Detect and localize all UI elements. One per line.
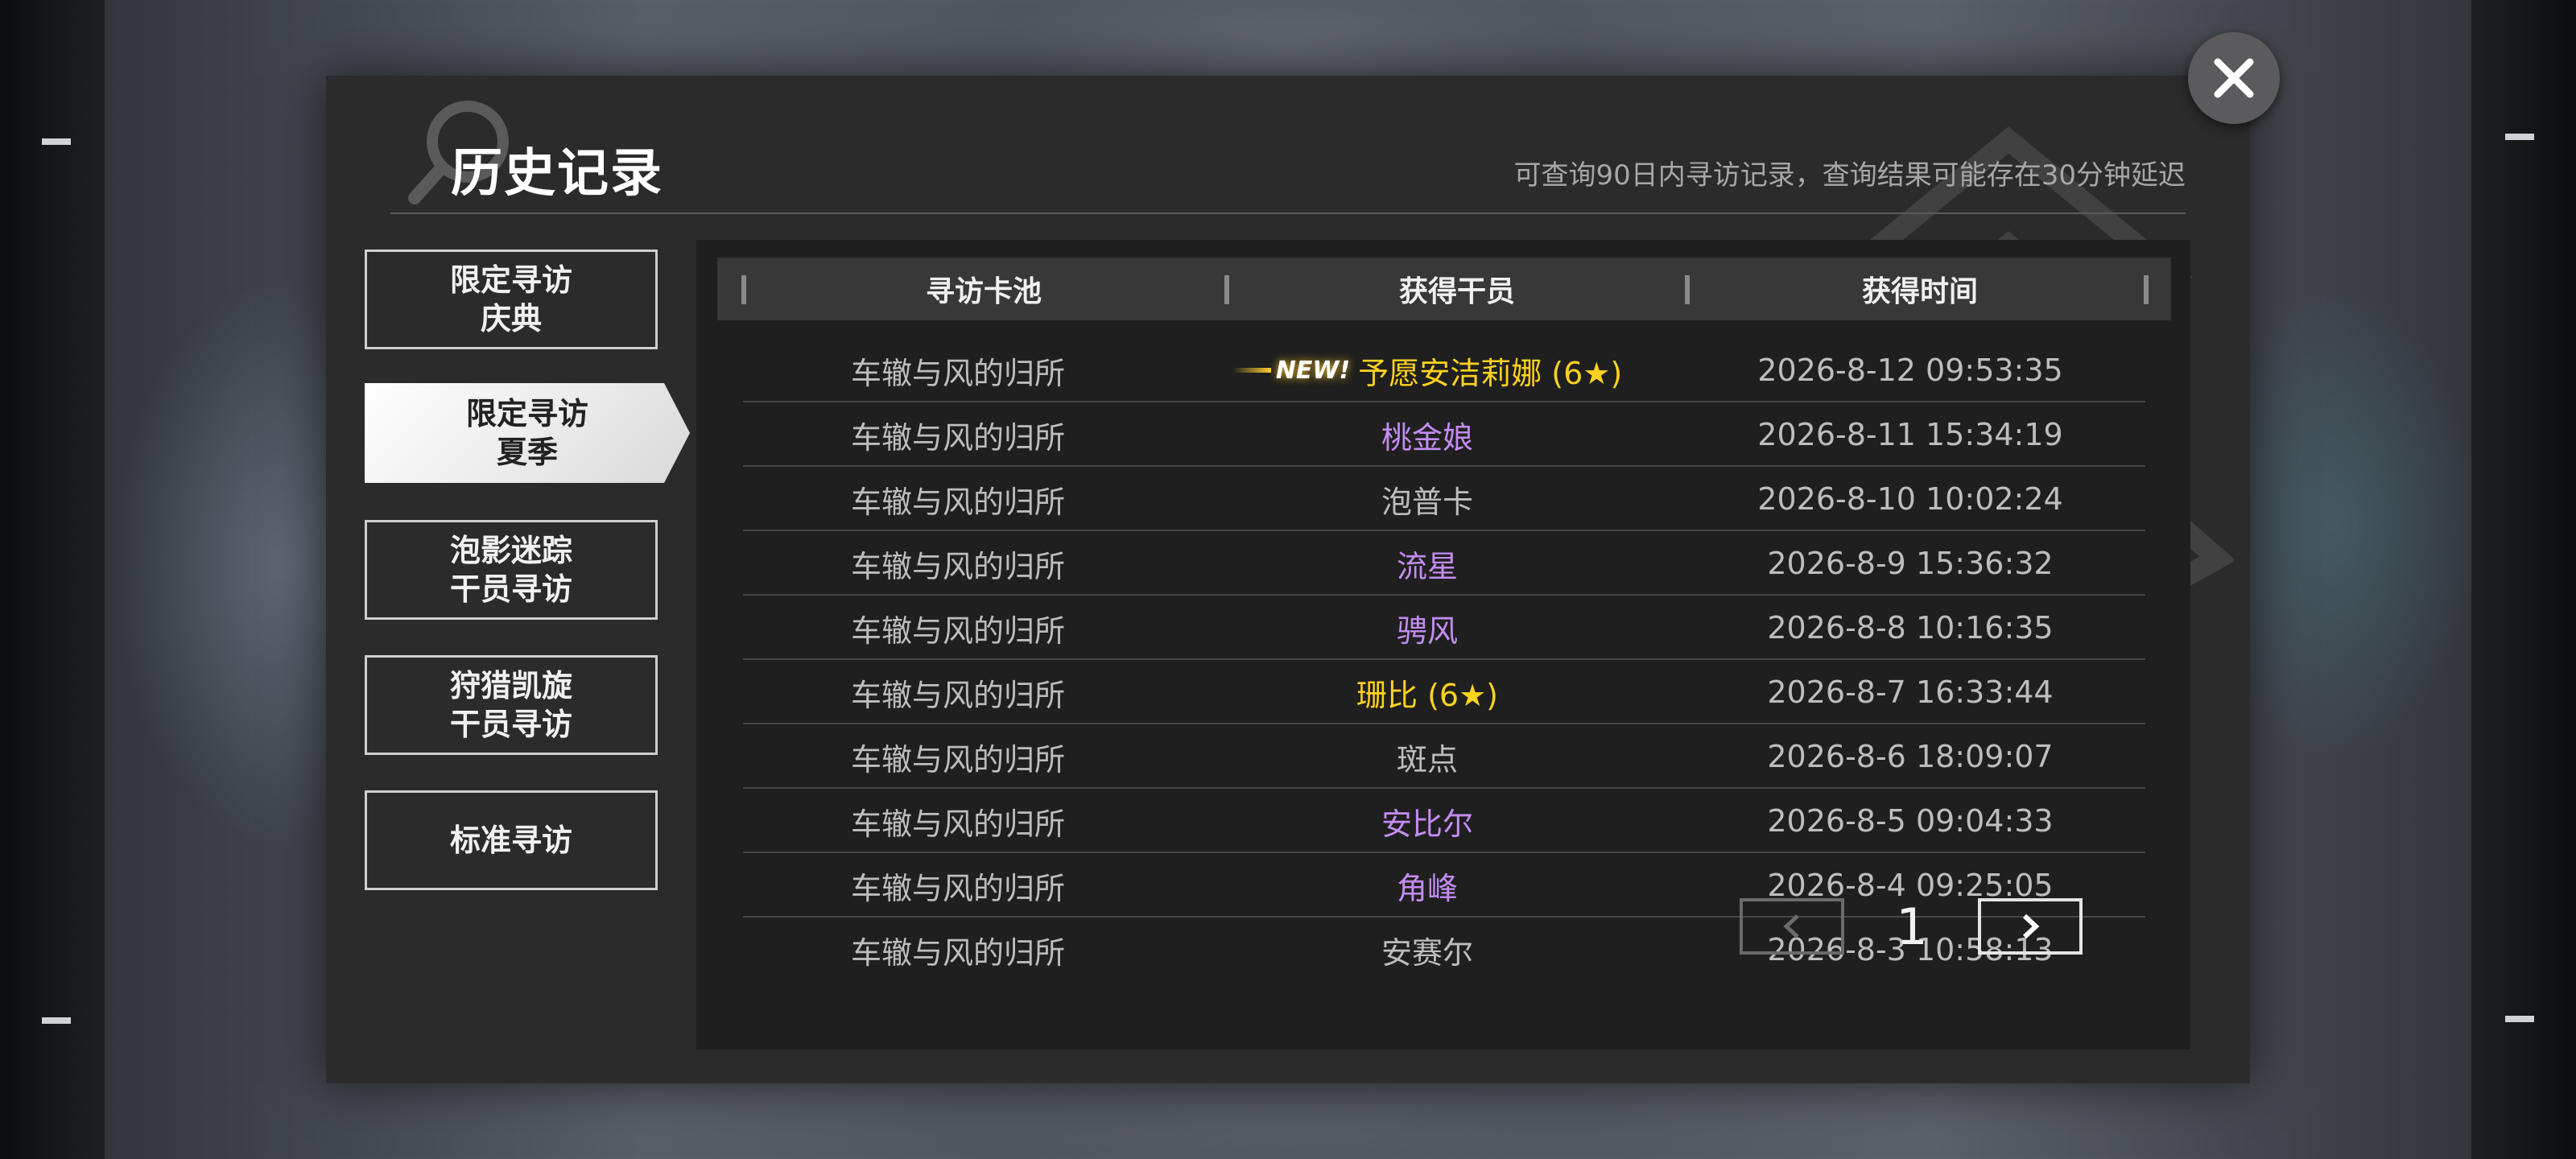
tab-hunting-triumph[interactable]: 狩猎凯旋 干员寻访: [365, 655, 658, 755]
tab-bubble-mystery[interactable]: 泡影迷踪 干员寻访: [365, 520, 658, 620]
right-frame-bar: [2471, 0, 2576, 1159]
table-row: 车辙与风的归所 安比尔 2026-8-5 09:04:33: [743, 789, 2145, 853]
time-cell: 2026-8-12 09:53:35: [1757, 353, 2063, 388]
pool-cell: 车辙与风的归所: [850, 612, 1065, 649]
tab-label: 标准寻访: [449, 823, 572, 858]
prev-page-button[interactable]: [1740, 898, 1844, 955]
table-header: 寻访卡池 获得干员 获得时间: [717, 258, 2171, 320]
tab-label: 狩猎凯旋: [449, 668, 572, 703]
pool-cell: 车辙与风的归所: [850, 806, 1065, 842]
close-icon: [2214, 58, 2254, 98]
chevron-right-icon: [2022, 914, 2040, 939]
close-button[interactable]: [2188, 32, 2280, 124]
tab-label: 夏季: [496, 435, 558, 470]
time-cell: 2026-8-6 18:09:07: [1767, 739, 2054, 774]
chevron-left-icon: [1783, 914, 1799, 938]
table-row: 车辙与风的归所 NEW! 予愿安洁莉娜 (6★) 2026-8-12 09:53…: [743, 338, 2145, 402]
tab-label: 庆典: [480, 301, 542, 336]
table-row: 车辙与风的归所 骋风 2026-8-8 10:16:35: [743, 596, 2145, 660]
operator-cell: 桃金娘: [1381, 419, 1473, 456]
new-badge-label: NEW!: [1275, 356, 1351, 385]
page-title: 历史记录: [451, 144, 663, 204]
operator-cell: 泡普卡: [1381, 484, 1473, 520]
pool-cell: 车辙与风的归所: [850, 419, 1065, 456]
next-page-button[interactable]: [1978, 898, 2083, 955]
pool-cell: 车辙与风的归所: [850, 934, 1065, 971]
operator-cell: 珊比 (6★): [1356, 677, 1498, 713]
tab-label: 干员寻访: [449, 707, 572, 742]
tab-limited-celebration[interactable]: 限定寻访 庆典: [365, 250, 658, 349]
time-cell: 2026-8-9 15:36:32: [1767, 546, 2054, 581]
time-cell: 2026-8-7 16:33:44: [1767, 674, 2054, 710]
table-row: 车辙与风的归所 流星 2026-8-9 15:36:32: [743, 531, 2145, 596]
pool-cell: 车辙与风的归所: [850, 870, 1065, 906]
operator-cell: 安比尔: [1381, 806, 1473, 842]
operator-name: 予愿安洁莉娜 (6★): [1358, 355, 1623, 391]
frame-tick: [2505, 134, 2534, 140]
table-row: 车辙与风的归所 泡普卡 2026-8-10 10:02:24: [743, 467, 2145, 531]
frame-tick: [2505, 1016, 2534, 1022]
operator-cell: 流星: [1396, 548, 1458, 584]
operator-cell: 斑点: [1396, 741, 1458, 777]
operator-cell: 角峰: [1396, 870, 1458, 906]
time-cell: 2026-8-10 10:02:24: [1757, 481, 2063, 517]
new-badge: NEW!: [1232, 357, 1350, 385]
operator-cell: 安赛尔: [1381, 934, 1473, 971]
pool-cell: 车辙与风的归所: [850, 484, 1065, 520]
tab-label: 泡影迷踪: [449, 533, 572, 568]
pool-cell: 车辙与风的归所: [850, 355, 1065, 391]
column-header-time: 获得时间: [1861, 275, 1978, 308]
pool-cell: 车辙与风的归所: [850, 548, 1065, 584]
pool-cell: 车辙与风的归所: [850, 741, 1065, 777]
frame-tick: [42, 1017, 71, 1024]
page-number: 1: [1896, 897, 1928, 956]
column-header-pool: 寻访卡池: [925, 275, 1042, 308]
operator-cell: NEW! 予愿安洁莉娜 (6★): [1194, 338, 1661, 402]
tab-label: 干员寻访: [449, 571, 572, 607]
new-streak: [1232, 368, 1271, 373]
time-cell: 2026-8-5 09:04:33: [1767, 803, 2054, 839]
tab-standard[interactable]: 标准寻访: [365, 790, 658, 890]
table-row: 车辙与风的归所 珊比 (6★) 2026-8-7 16:33:44: [743, 660, 2145, 724]
table-row: 车辙与风的归所 桃金娘 2026-8-11 15:34:19: [743, 402, 2145, 467]
frame-tick: [42, 138, 71, 145]
query-notice: 可查询90日内寻访记录，查询结果可能存在30分钟延迟: [1513, 159, 2186, 192]
header-separator: [2144, 275, 2149, 304]
pool-cell: 车辙与风的归所: [850, 677, 1065, 713]
tab-label: 限定寻访: [465, 396, 588, 431]
tab-limited-summer[interactable]: 限定寻访 夏季: [365, 383, 690, 483]
operator-cell: 骋风: [1396, 612, 1458, 649]
left-frame-bar: [0, 0, 105, 1159]
time-cell: 2026-8-8 10:16:35: [1767, 610, 2054, 645]
column-header-operator: 获得干员: [1398, 275, 1515, 308]
table-row: 车辙与风的归所 斑点 2026-8-6 18:09:07: [743, 724, 2145, 789]
title-divider: [390, 212, 2186, 214]
history-dialog: 历史记录 可查询90日内寻访记录，查询结果可能存在30分钟延迟 限定寻访 庆典 …: [326, 76, 2250, 1083]
tab-label: 限定寻访: [449, 262, 572, 298]
time-cell: 2026-8-11 15:34:19: [1757, 417, 2063, 452]
